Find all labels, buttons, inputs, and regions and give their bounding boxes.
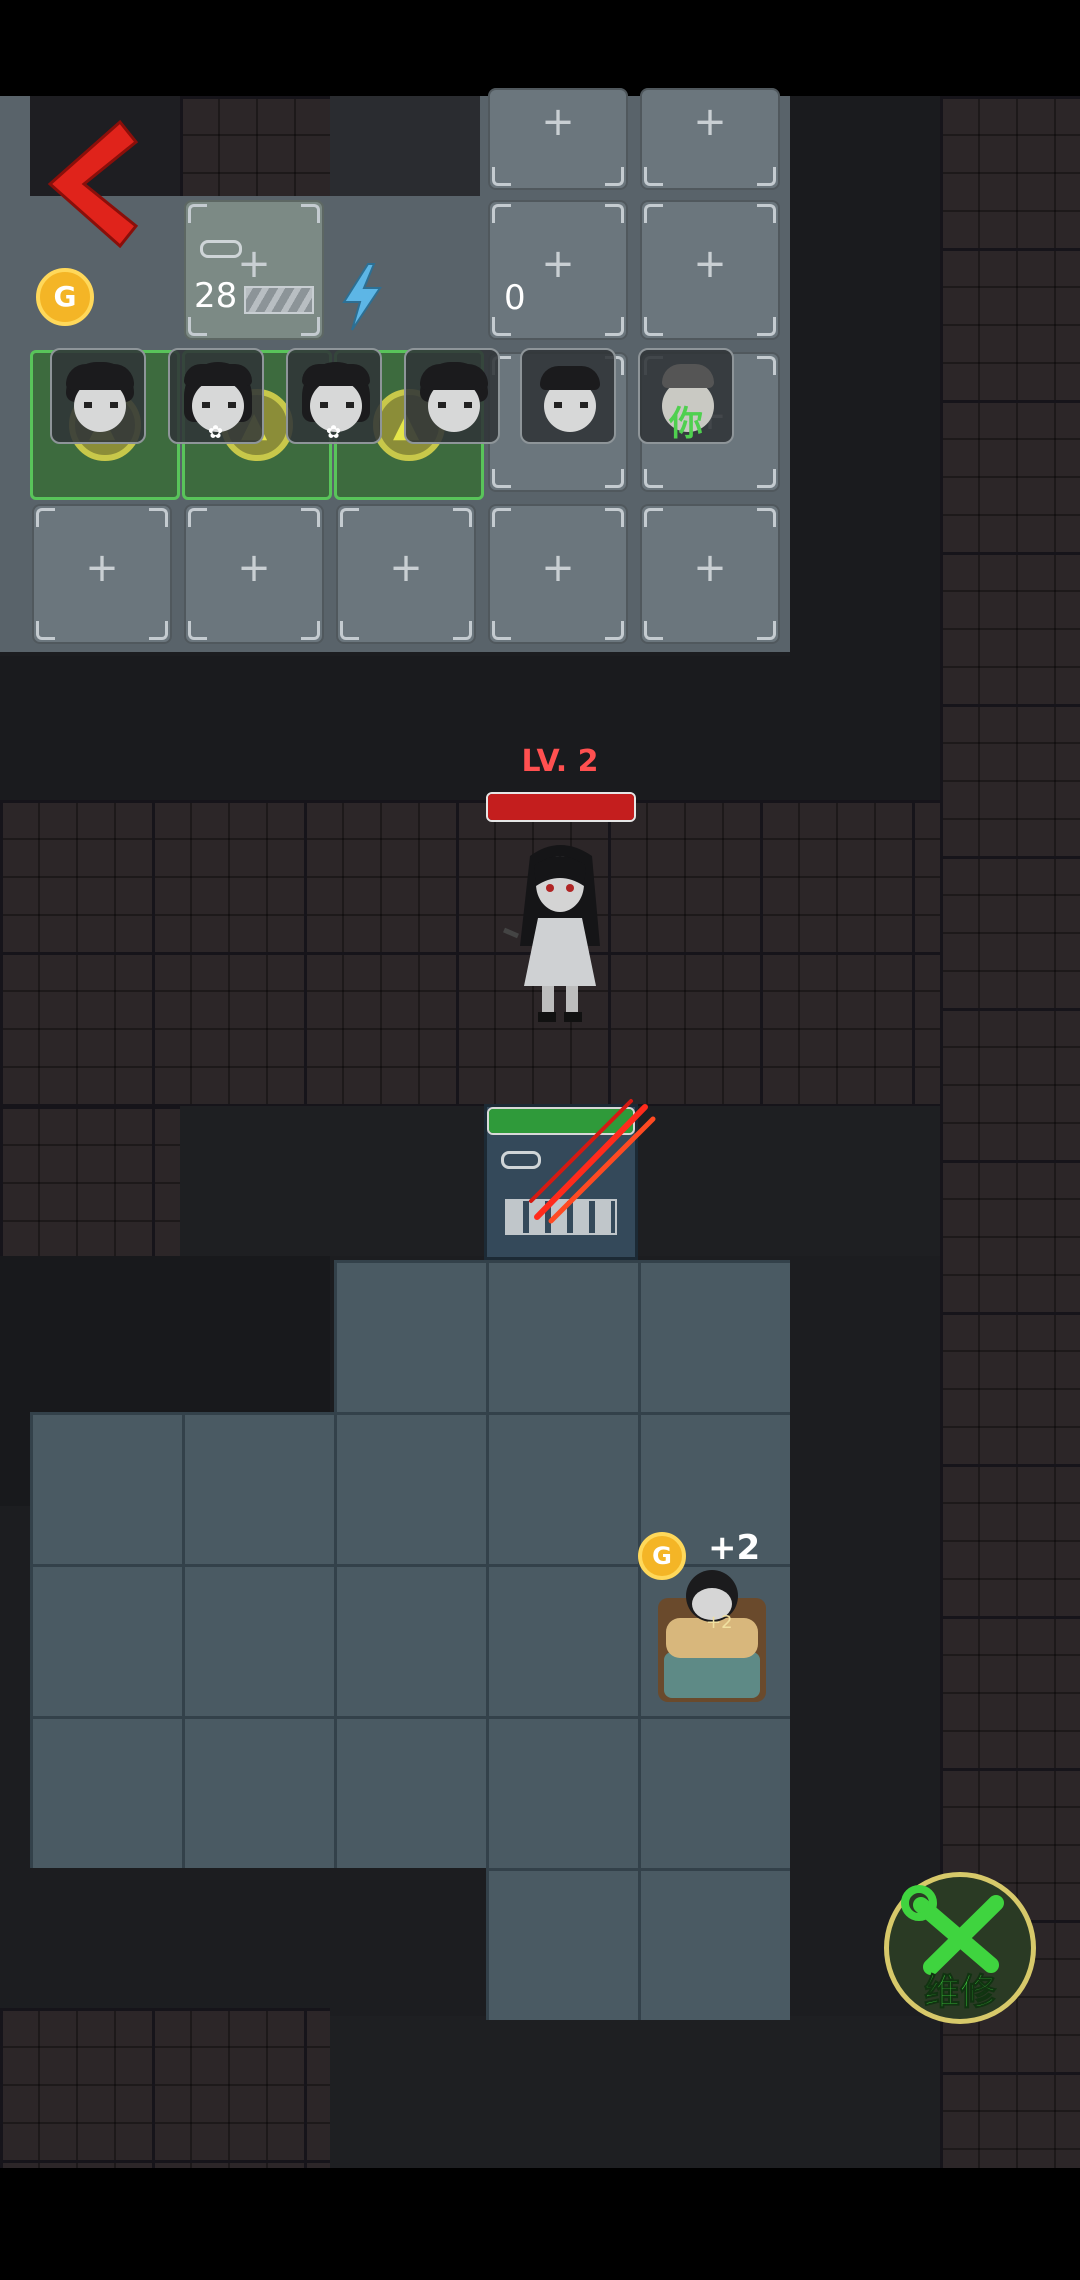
player-avatar[interactable]: ✿ (286, 348, 382, 444)
back-button[interactable] (42, 118, 142, 249)
ghost-character (500, 836, 620, 1036)
brick-wall (0, 800, 940, 1110)
dark-wall (330, 96, 480, 196)
room-floor (486, 1868, 790, 2020)
build-slot[interactable]: + (336, 504, 476, 644)
lightning-icon (336, 262, 386, 332)
player-avatar[interactable]: ✿ (168, 348, 264, 444)
door-health-bar (244, 286, 314, 314)
build-slot[interactable]: + (488, 504, 628, 644)
door[interactable] (484, 1099, 656, 1260)
build-slot[interactable]: + (488, 88, 628, 190)
ghost-health-bar (486, 792, 636, 822)
back-chevron-icon (47, 119, 139, 249)
ghost-health-fill (488, 794, 634, 820)
build-slot[interactable]: + (640, 200, 780, 340)
gold-coin-icon: G (36, 268, 94, 326)
build-slot[interactable]: + (184, 504, 324, 644)
repair-button[interactable]: 维修 (884, 1872, 1036, 2024)
repair-label: 维修 (923, 1972, 996, 2014)
brick-wall (0, 2008, 330, 2168)
room-floor (334, 1260, 790, 1412)
brick-wall (940, 96, 1080, 2168)
brick-wall (0, 1106, 180, 1256)
bow-icon: ✿ (326, 422, 342, 443)
bow-icon: ✿ (208, 422, 224, 443)
dark-wall (790, 96, 940, 656)
key-icon (200, 240, 242, 258)
player-avatar-you[interactable]: 你 (638, 348, 734, 444)
you-label: 你 (669, 404, 703, 444)
door-value: 28 (194, 276, 238, 316)
player-avatar[interactable] (404, 348, 500, 444)
player-avatar[interactable] (50, 348, 146, 444)
bed-small-gain-label: +2 (706, 1612, 733, 1633)
bed[interactable]: +2 (652, 1562, 772, 1712)
brick-wall (180, 96, 330, 196)
player-avatar[interactable] (520, 348, 616, 444)
claw-slash-icon (529, 1099, 656, 1224)
build-slot[interactable]: + (488, 200, 628, 340)
build-slot[interactable]: + (640, 504, 780, 644)
build-slot[interactable]: + (640, 88, 780, 190)
door-status: 28 (190, 200, 330, 340)
ghost-level-label: LV. 2 (521, 744, 599, 779)
energy-value: 0 (504, 278, 526, 318)
build-slot[interactable]: + (32, 504, 172, 644)
dark-wall (330, 2016, 940, 2168)
